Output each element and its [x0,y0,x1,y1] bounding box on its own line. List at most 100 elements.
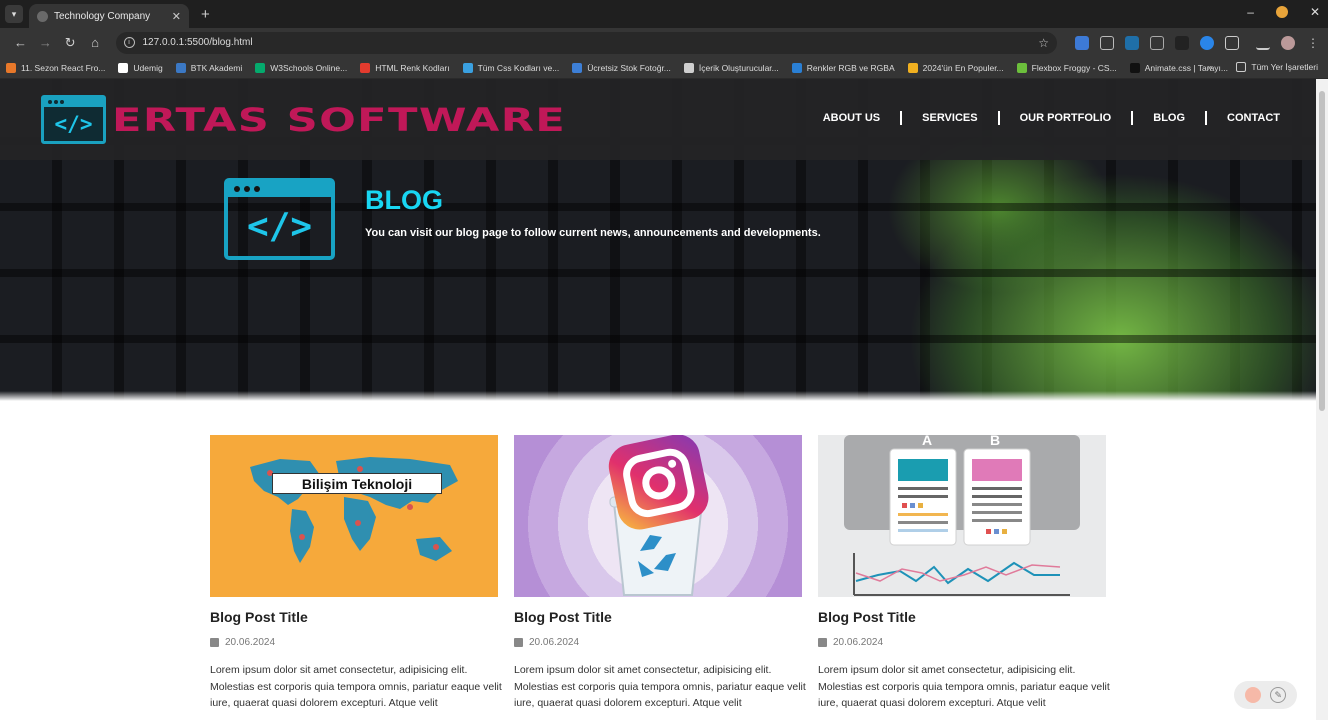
all-bookmarks-label: Tüm Yer İşaretleri [1251,62,1318,72]
bookmark-item[interactable]: HTML Renk Kodları [360,62,450,73]
blog-card[interactable]: Bilişim Teknoloji Blog Post Title 20.06.… [210,435,502,712]
window-controls: – ✕ [1247,5,1320,19]
pencil-icon[interactable]: ✎ [1270,687,1287,703]
screenshot-extension-icon[interactable] [1149,35,1164,50]
info-icon[interactable]: i [123,37,135,48]
bookmark-label: 11. Sezon React Fro... [21,62,106,73]
minimize-button[interactable]: – [1247,5,1254,19]
page-scrollbar[interactable] [1316,79,1328,720]
date-text: 20.06.2024 [529,637,580,648]
bookmark-item[interactable]: Renkler RGB ve RGBA [791,62,895,73]
calendar-icon [514,638,523,647]
browser-tabbar: ▾ Technology Company ✕ + – ✕ [0,0,1328,28]
arrow-left-icon[interactable]: ← [8,35,33,50]
ab-testing-illustration: A B [844,435,1080,596]
address-bar[interactable]: i 127.0.0.1:5500/blog.html ☆ [115,31,1057,54]
avatar[interactable] [1280,35,1295,50]
bookmark-favicon-icon [1016,62,1027,73]
bookmark-favicon-icon [462,62,473,73]
extension-icon[interactable] [1124,35,1139,50]
blog-card-excerpt: Lorem ipsum dolor sit amet consectetur, … [818,664,1110,709]
new-tab-button[interactable]: + [201,6,210,23]
folder-icon [1236,62,1247,72]
extensions-area: ⋮ [1074,35,1320,50]
bookmark-favicon-icon [175,62,186,73]
blog-card-image[interactable] [514,435,802,597]
browser-tab[interactable]: Technology Company ✕ [29,4,189,28]
translate-extension-icon[interactable] [1074,35,1089,50]
arrow-right-icon[interactable]: → [33,35,58,50]
site-header: </> ERTAS SOFTWARE ABOUT US SERVICES OUR… [0,79,1316,160]
floating-widget[interactable]: ✎ [1234,681,1297,709]
globe-icon [37,10,48,22]
bookmark-favicon-icon [255,62,266,73]
bookmark-label: Renkler RGB ve RGBA [806,62,895,73]
puzzle-icon[interactable] [1224,35,1239,50]
blog-card-date: 20.06.2024 [514,637,802,648]
nav-about-us[interactable]: ABOUT US [823,112,880,124]
blog-card-title[interactable]: Blog Post Title [210,609,498,625]
all-bookmarks-folder[interactable]: Tüm Yer İşaretleri [1236,62,1318,72]
bookmark-item[interactable]: 11. Sezon React Fro... [6,62,106,73]
profile-icon[interactable] [1275,6,1288,18]
date-text: 20.06.2024 [833,637,884,648]
letter-a: A [922,435,932,448]
bookmark-favicon-icon [907,62,918,73]
extension-icon[interactable] [1199,35,1214,50]
logo-icon[interactable]: </> [41,95,106,144]
bookmarks-overflow-button[interactable]: » [1208,62,1213,72]
blog-card[interactable]: A B Blog Post Title 20.06.2024 Lorem ips… [818,435,1110,712]
reload-icon[interactable]: ↻ [58,35,83,51]
download-icon[interactable] [1255,36,1270,50]
nav-services[interactable]: SERVICES [922,112,977,124]
bookmark-label: Flexbox Froggy - CS... [1031,62,1117,73]
tab-search-button[interactable]: ▾ [5,5,23,23]
url-text: 127.0.0.1:5500/blog.html [142,37,253,48]
blog-card-title[interactable]: Blog Post Title [514,609,802,625]
nav-contact[interactable]: CONTACT [1227,112,1280,124]
logo-text[interactable]: ERTAS SOFTWARE [112,101,566,139]
eyedropper-extension-icon[interactable] [1174,35,1189,50]
blog-card-date: 20.06.2024 [210,637,498,648]
browser-toolbar: ← → ↻ ⌂ i 127.0.0.1:5500/blog.html ☆ ⋮ [0,28,1328,57]
bookmark-item[interactable]: 2024'ün En Populer... [907,62,1004,73]
home-icon[interactable]: ⌂ [83,35,108,50]
code-window-icon: </> [224,178,335,260]
close-window-button[interactable]: ✕ [1310,5,1320,19]
record-icon[interactable] [1244,687,1261,703]
star-icon[interactable]: ☆ [1038,36,1049,50]
zoom-extension-icon[interactable] [1099,35,1114,50]
bookmark-item[interactable]: W3Schools Online... [255,62,348,73]
bookmark-item[interactable]: Flexbox Froggy - CS... [1016,62,1117,73]
main-nav: ABOUT US SERVICES OUR PORTFOLIO BLOG CON… [823,111,1280,125]
menu-icon[interactable]: ⋮ [1306,36,1320,50]
close-tab-icon[interactable]: ✕ [172,10,181,23]
image-caption: Bilişim Teknoloji [272,473,442,494]
blog-card[interactable]: Blog Post Title 20.06.2024 Lorem ipsum d… [514,435,806,712]
page-title: BLOG [365,185,443,215]
nav-blog[interactable]: BLOG [1153,112,1185,124]
blog-card-excerpt: Lorem ipsum dolor sit amet consectetur, … [210,664,502,709]
blog-card-image[interactable]: Bilişim Teknoloji [210,435,498,597]
bookmarks-bar: 11. Sezon React Fro... Udemig BTK Akademi W… [0,57,1328,79]
bookmark-label: Ücretsiz Stok Fotoğr... [587,62,671,73]
nav-divider [1205,111,1208,125]
bookmark-item[interactable]: İçerik Oluşturucular... [683,62,779,73]
bookmark-favicon-icon [572,62,583,73]
blog-card-title[interactable]: Blog Post Title [818,609,1106,625]
blog-card-image[interactable]: A B [818,435,1106,597]
bookmark-item[interactable]: Tüm Css Kodları ve... [462,62,560,73]
scrollbar-thumb[interactable] [1319,91,1325,411]
nav-divider [997,111,1000,125]
date-text: 20.06.2024 [225,637,276,648]
bookmark-item[interactable]: Udemig [118,62,163,73]
bookmark-favicon-icon [360,62,371,73]
blog-card-list: Bilişim Teknoloji Blog Post Title 20.06.… [210,435,1110,712]
bookmark-item[interactable]: BTK Akademi [175,62,242,73]
bookmark-label: Tüm Css Kodları ve... [477,62,560,73]
nav-our-portfolio[interactable]: OUR PORTFOLIO [1020,112,1112,124]
bookmark-label: HTML Renk Kodları [375,62,450,73]
bookmark-label: W3Schools Online... [270,62,348,73]
calendar-icon [210,638,219,647]
bookmark-item[interactable]: Ücretsiz Stok Fotoğr... [572,62,671,73]
